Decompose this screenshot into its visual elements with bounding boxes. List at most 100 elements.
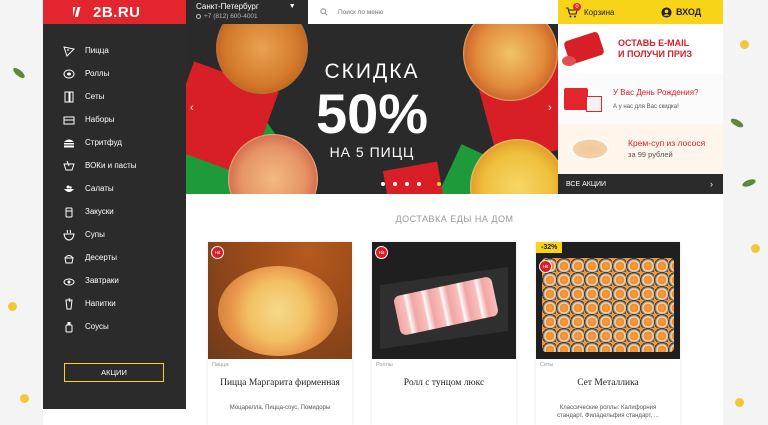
set-icon <box>63 91 75 103</box>
slider-dot[interactable] <box>393 182 397 186</box>
sidebar-item-5[interactable]: Стритфуд <box>43 131 186 154</box>
sidebar-item-label: Стритфуд <box>85 138 122 147</box>
caret-down-icon: ▼ <box>288 3 296 10</box>
sidebar-item-label: ВОКи и пасты <box>85 161 137 170</box>
search-input[interactable] <box>338 8 538 16</box>
search-box <box>308 0 558 24</box>
hit-badge: Hit <box>211 246 224 259</box>
cart-label: Корзина <box>584 7 615 17</box>
hero-title: СКИДКА <box>324 60 420 83</box>
login-label: ВХОД <box>676 7 702 17</box>
slider-dot[interactable] <box>381 182 385 186</box>
product-card[interactable]: -32% Hit Сеты Сет Металлика Классические… <box>536 242 680 425</box>
chevron-right-icon: › <box>710 179 713 189</box>
promo-soup-text: за 99 рублей <box>628 150 673 159</box>
product-name[interactable]: Сет Металлика <box>536 378 680 388</box>
sidebar-item-13[interactable]: Соусы <box>43 315 186 338</box>
hero-banner[interactable]: СКИДКА 50% НА 5 ПИЦЦ ‹ › <box>186 24 558 194</box>
arrow-right-icon[interactable]: › <box>548 102 552 114</box>
sidebar-item-3[interactable]: Сеты <box>43 85 186 108</box>
sidebar-item-8[interactable]: Закуски <box>43 200 186 223</box>
city-name: Санкт-Петербург <box>196 2 259 11</box>
sidebar-item-9[interactable]: Супы <box>43 223 186 246</box>
gift-box-image <box>586 96 602 112</box>
product-name[interactable]: Пицца Маргарита фирменная <box>208 378 352 388</box>
discount-badge: -32% <box>536 242 563 253</box>
slider-dot[interactable] <box>405 182 409 186</box>
search-icon[interactable] <box>320 8 328 16</box>
sidebar-item-11[interactable]: Завтраки <box>43 269 186 292</box>
promo-soup[interactable]: Крем-суп из лосося за 99 рублей <box>558 124 723 174</box>
sidebar-item-label: Завтраки <box>85 276 119 285</box>
decor-flower <box>751 244 760 253</box>
all-promotions-label: ВСЕ АКЦИИ <box>566 180 607 188</box>
cart-count-badge: 0 <box>573 3 581 11</box>
top-bar: 2B.RU Санкт-Петербург ▼ +7 (812) 600-400… <box>43 0 723 24</box>
category-menu: Пицца Роллы Сеты Наборы Стритфуд ВОКи и пасты… <box>43 24 186 338</box>
slider-dots <box>381 182 441 186</box>
sidebar-item-label: Сеты <box>85 92 105 101</box>
sidebar-item-6[interactable]: ВОКи и пасты <box>43 154 186 177</box>
login-button[interactable]: ВХОД <box>643 0 723 24</box>
hit-badge: Hit <box>539 260 552 273</box>
burger-icon <box>63 137 75 149</box>
decor-flower <box>740 40 749 49</box>
product-image: Hit <box>208 242 352 359</box>
sidebar-item-4[interactable]: Наборы <box>43 108 186 131</box>
product-image: -32% Hit <box>536 242 680 359</box>
decor-leaf <box>741 177 757 189</box>
sidebar-item-7[interactable]: Салаты <box>43 177 186 200</box>
category-sidebar: Пицца Роллы Сеты Наборы Стритфуд ВОКи и пасты… <box>43 24 186 409</box>
slider-dot[interactable] <box>417 182 421 186</box>
product-name[interactable]: Ролл с тунцом люкс <box>372 378 516 388</box>
product-card[interactable]: Hit Роллы Ролл с тунцом люкс <box>372 242 516 425</box>
hero-discount: 50% <box>315 82 429 145</box>
slider-dot[interactable] <box>437 182 441 186</box>
sidebar-item-1[interactable]: Пицца <box>43 39 186 62</box>
product-card[interactable]: Hit Пицца Пицца Маргарита фирменная Моца… <box>208 242 352 425</box>
city-selector[interactable]: Санкт-Петербург ▼ +7 (812) 600-4001 <box>196 2 296 20</box>
box-icon <box>63 114 75 126</box>
promo-birthday-text: А у нас для Вас скидка! <box>613 104 679 110</box>
promo-soup-title: Крем-суп из лосося <box>628 138 706 148</box>
hit-badge: Hit <box>375 246 388 259</box>
sauce-icon <box>63 321 75 333</box>
soup-icon <box>63 229 75 241</box>
sidebar-item-2[interactable]: Роллы <box>43 62 186 85</box>
phone-icon <box>196 14 201 19</box>
product-category: Сеты <box>540 362 554 368</box>
product-description: Моцарелла, Пицца-соус, Помидоры <box>229 405 331 411</box>
product-category: Роллы <box>376 362 393 368</box>
pizza-image <box>218 266 338 356</box>
sidebar-item-label: Напитки <box>85 299 116 308</box>
roll-icon <box>63 68 75 80</box>
product-description: Классические роллы: Калифорния стандарт,… <box>557 405 659 419</box>
sidebar-item-label: Супы <box>85 230 105 239</box>
pizza-icon <box>63 45 75 57</box>
decor-leaf <box>11 66 27 80</box>
sidebar-item-10[interactable]: Десерты <box>43 246 186 269</box>
sidebar-item-label: Роллы <box>85 69 110 78</box>
product-category: Пицца <box>212 362 229 368</box>
product-image: Hit <box>372 242 516 359</box>
cart-button[interactable]: 0 Корзина <box>558 0 643 24</box>
promo-email[interactable]: ОСТАВЬ E-MAIL И ПОЛУЧИ ПРИЗ <box>558 24 723 74</box>
promo-birthday[interactable]: У Вас День Рождения? А у нас для Вас ски… <box>558 74 723 124</box>
hero-subtitle: НА 5 ПИЦЦ <box>329 144 415 160</box>
sidebar-item-label: Десерты <box>85 253 118 262</box>
phone-number: +7 (812) 600-4001 <box>204 13 258 20</box>
promo-birthday-title: У Вас День Рождения? <box>613 88 699 97</box>
promotions-button[interactable]: АКЦИИ <box>64 363 164 382</box>
mouse-image <box>562 56 576 66</box>
sidebar-item-12[interactable]: Напитки <box>43 292 186 315</box>
logo[interactable]: 2B.RU <box>43 0 186 24</box>
sushi-set-image <box>542 258 674 352</box>
sidebar-item-label: Закуски <box>85 207 114 216</box>
hero-decor-red <box>382 161 445 194</box>
sidebar-item-label: Пицца <box>85 46 109 55</box>
sidebar-item-label: Наборы <box>85 115 115 124</box>
user-icon <box>661 6 672 18</box>
all-promotions-link[interactable]: ВСЕ АКЦИИ › <box>558 174 723 194</box>
arrow-left-icon[interactable]: ‹ <box>190 102 194 114</box>
promo-email-line1: ОСТАВЬ E-MAIL <box>618 38 690 48</box>
